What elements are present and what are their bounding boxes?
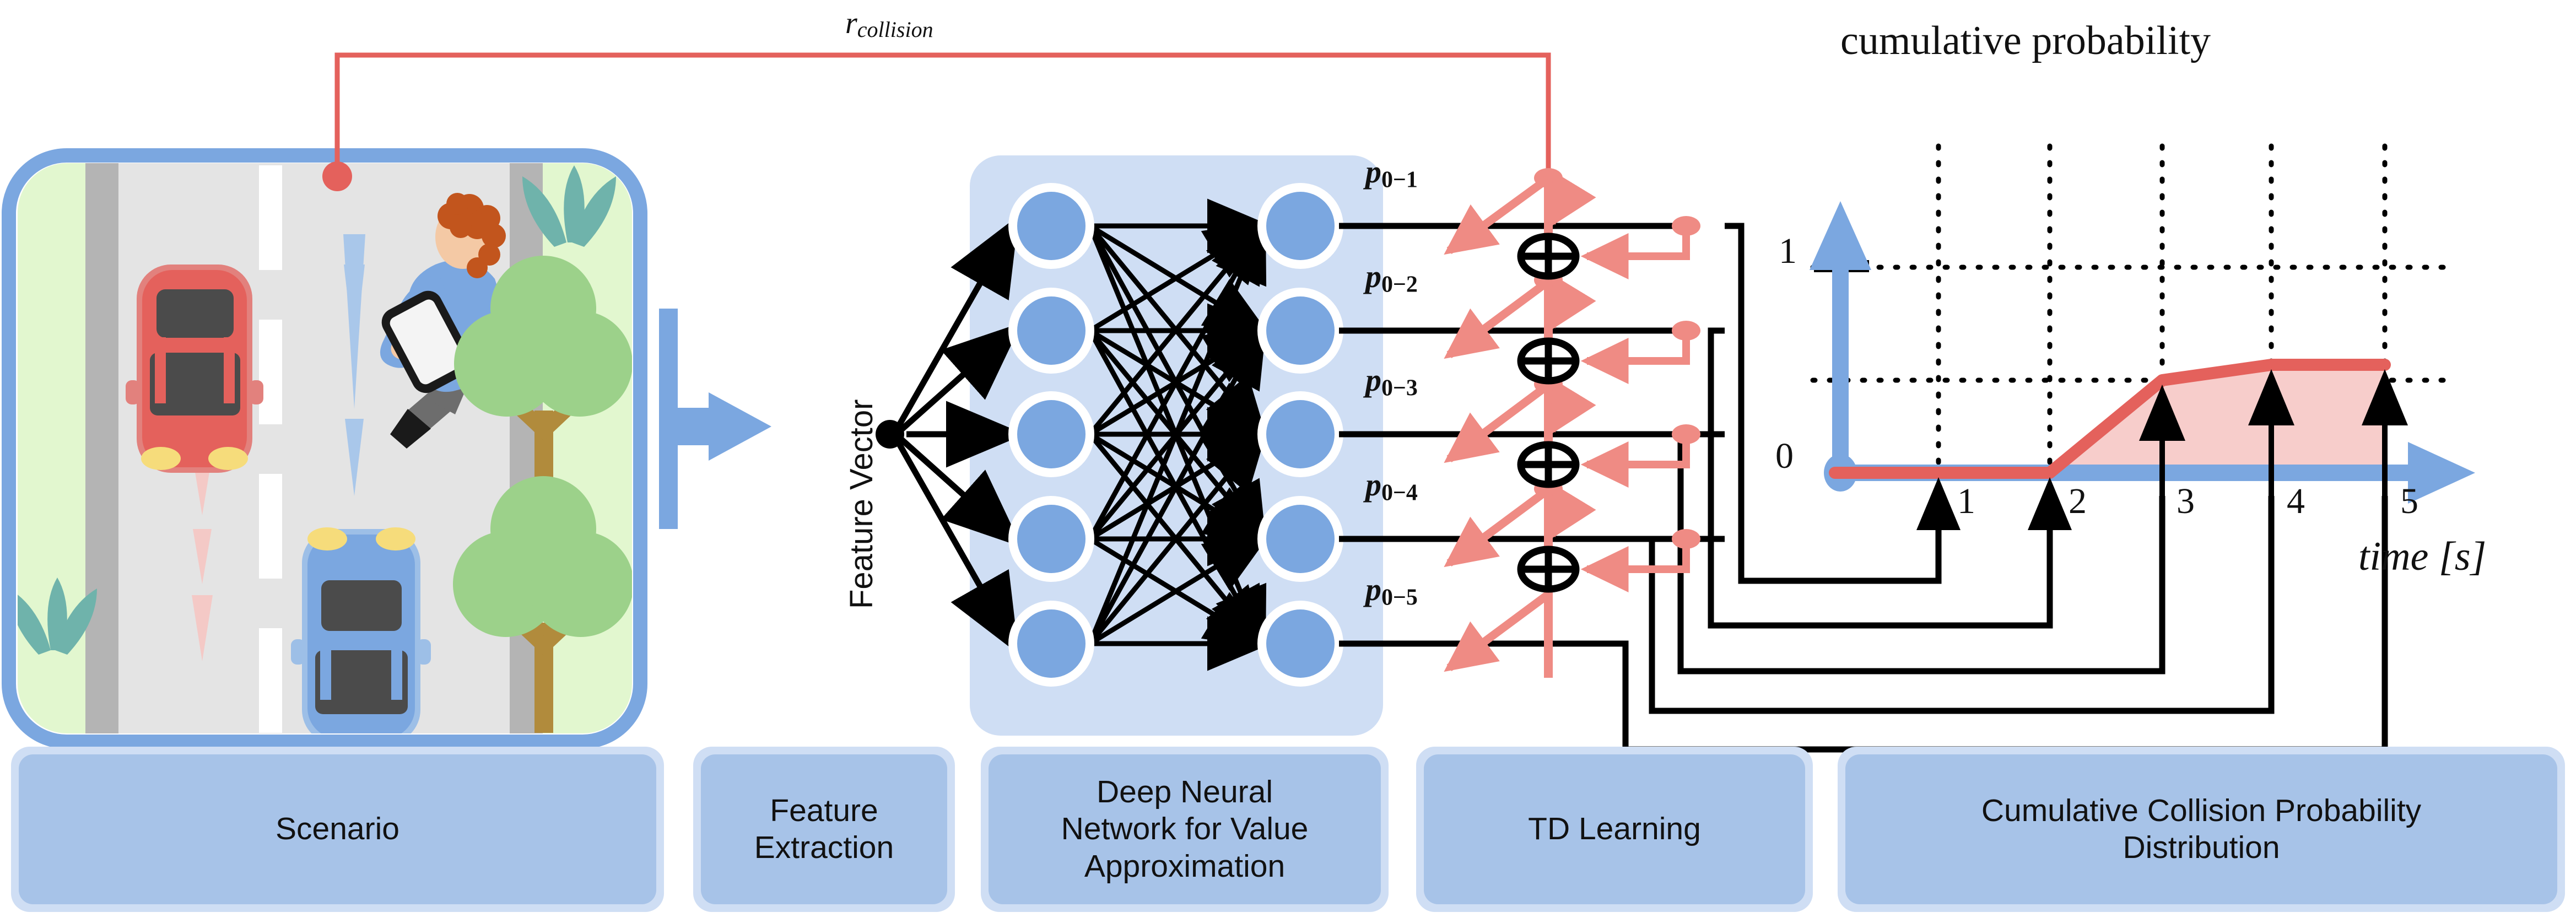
stage-box-feature-extraction[interactable]: Feature Extraction: [693, 747, 955, 912]
chart-xaxis-label-text: time [s]: [2358, 534, 2487, 579]
chart-area-fill: [2050, 365, 2385, 473]
stage-box-dnn[interactable]: Deep Neural Network for Value Approximat…: [981, 747, 1389, 912]
stage-label-scenario: Scenario: [276, 811, 399, 847]
stage-box-inner: TD Learning: [1424, 754, 1805, 904]
stage-box-inner: Deep Neural Network for Value Approximat…: [989, 754, 1381, 904]
chart-xtick-label-1: 1: [1957, 481, 1975, 521]
stage-box-inner: Scenario: [19, 754, 656, 904]
stage-box-scenario[interactable]: Scenario: [11, 747, 664, 912]
stage-box-inner: Feature Extraction: [701, 754, 947, 904]
chart-xtick-label-5: 5: [2400, 481, 2418, 521]
stage-label-dnn: Deep Neural Network for Value Approximat…: [1061, 774, 1309, 884]
chart-ytick-label-0: 0: [1775, 436, 1794, 476]
stage-box-inner: Cumulative Collision Probability Distrib…: [1845, 754, 2557, 904]
stage-box-ccpd[interactable]: Cumulative Collision Probability Distrib…: [1838, 747, 2565, 912]
chart-title: cumulative probability: [1840, 18, 2211, 63]
stage-label-td-learning: TD Learning: [1528, 811, 1701, 847]
stage-box-td-learning[interactable]: TD Learning: [1416, 747, 1813, 912]
stage-label-feature-extraction: Feature Extraction: [754, 792, 894, 865]
stage-label-ccpd: Cumulative Collision Probability Distrib…: [1981, 792, 2422, 865]
chart-xtick-label-2: 2: [2069, 481, 2087, 521]
chart-xtick-label-3: 3: [2177, 481, 2195, 521]
chart-xaxis-label: time [s]: [2358, 533, 2486, 580]
diagram-root: Feature Vector rcollision p0−1 p0−2 p0−3…: [0, 0, 2576, 923]
chart-ytick-label-1: 1: [1779, 231, 1797, 271]
chart-xtick-label-4: 4: [2287, 481, 2305, 521]
